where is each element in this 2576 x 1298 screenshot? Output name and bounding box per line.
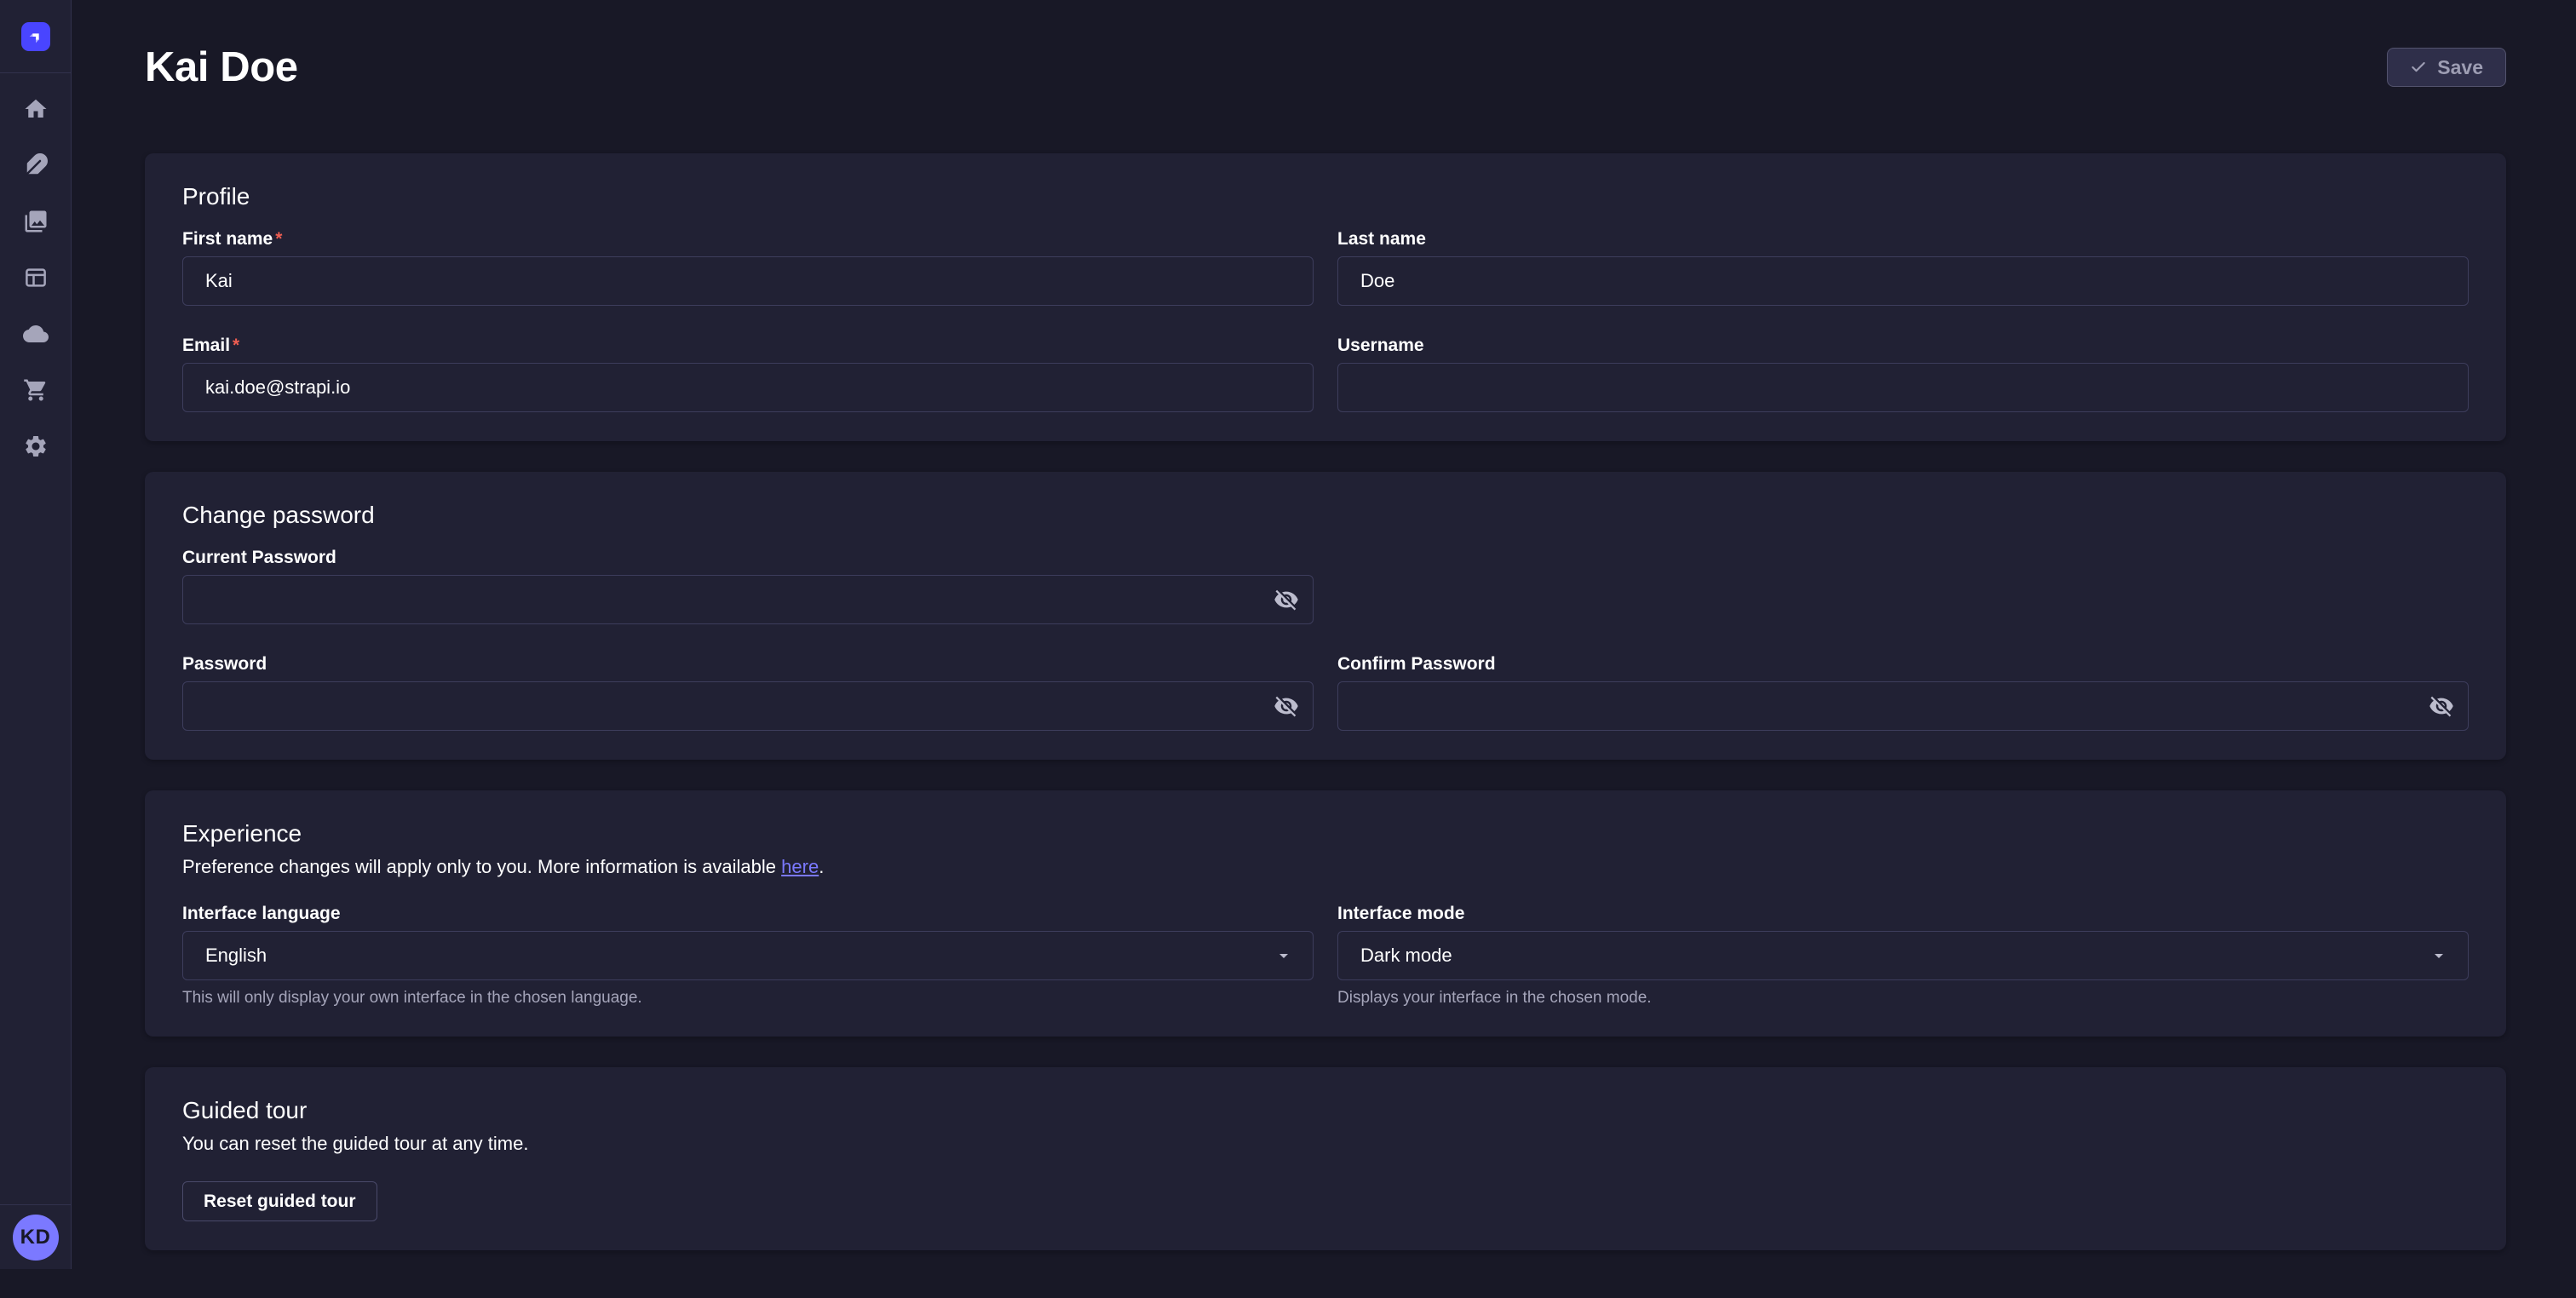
chevron-down-icon [2429,945,2449,966]
sidebar-nav [0,73,71,474]
sidebar-item-deploy[interactable] [12,310,60,358]
interface-language-hint: This will only display your own interfac… [182,989,1314,1008]
confirm-password-label: Confirm Password [1337,655,2469,674]
main-content: Kai Doe Save Profile First name* Last na… [72,0,2576,1298]
experience-card: Experience Preference changes will apply… [145,790,2506,1037]
current-password-label: Current Password [182,548,1314,567]
username-field-group: Username [1337,336,2469,412]
media-library-icon [23,209,49,234]
interface-language-value: English [205,945,267,967]
email-field-group: Email* [182,336,1314,412]
reset-guided-tour-button[interactable]: Reset guided tour [182,1181,377,1221]
save-button-label: Save [2437,56,2483,79]
sidebar-footer: KD [0,1204,71,1269]
grid-spacer [1337,548,2469,624]
password-input[interactable] [182,681,1314,731]
username-input[interactable] [1337,363,2469,412]
eye-slash-icon [1274,587,1299,612]
interface-language-select[interactable]: English [182,931,1314,980]
eye-slash-icon [2429,693,2454,719]
save-button[interactable]: Save [2387,48,2506,87]
guided-tour-description: You can reset the guided tour at any tim… [182,1132,2469,1156]
logo-section [0,0,71,73]
email-input[interactable] [182,363,1314,412]
sidebar-item-marketplace[interactable] [12,366,60,414]
sidebar-item-home[interactable] [12,85,60,133]
email-label: Email* [182,336,1314,355]
strapi-logo-icon[interactable] [21,22,50,51]
more-info-link[interactable]: here [781,856,819,877]
check-icon [2410,59,2427,76]
interface-language-field-group: Interface language English This will onl… [182,905,1314,1008]
layout-icon [23,265,49,290]
first-name-label: First name* [182,230,1314,249]
required-asterisk: * [233,336,239,355]
interface-mode-value: Dark mode [1360,945,1452,967]
avatar[interactable]: KD [13,1215,59,1261]
password-label: Password [182,655,1314,674]
interface-mode-label: Interface mode [1337,905,2469,923]
interface-mode-hint: Displays your interface in the chosen mo… [1337,989,2469,1008]
interface-mode-field-group: Interface mode Dark mode Displays your i… [1337,905,2469,1008]
password-field-group: Password [182,655,1314,731]
experience-description: Preference changes will apply only to yo… [182,855,2469,879]
last-name-input[interactable] [1337,256,2469,306]
page-title: Kai Doe [145,43,298,92]
first-name-input[interactable] [182,256,1314,306]
experience-section-title: Experience [182,819,2469,848]
change-password-section-title: Change password [182,501,2469,530]
last-name-field-group: Last name [1337,230,2469,306]
interface-mode-select[interactable]: Dark mode [1337,931,2469,980]
first-name-field-group: First name* [182,230,1314,306]
confirm-password-field-group: Confirm Password [1337,655,2469,731]
eye-slash-icon [1274,693,1299,719]
current-password-field-group: Current Password [182,548,1314,624]
sidebar-item-settings[interactable] [12,422,60,470]
guided-tour-card: Guided tour You can reset the guided tou… [145,1067,2506,1250]
sidebar-item-media-library[interactable] [12,198,60,245]
sidebar-item-content-manager[interactable] [12,141,60,189]
cloud-icon [23,321,49,347]
home-icon [23,96,49,122]
page-header: Kai Doe Save [145,0,2506,153]
current-password-input[interactable] [182,575,1314,624]
toggle-current-password-visibility-button[interactable] [1266,581,1307,618]
feather-icon [23,152,49,178]
cart-icon [23,377,49,403]
required-asterisk: * [275,229,282,249]
username-label: Username [1337,336,2469,355]
chevron-down-icon [1274,945,1294,966]
change-password-card: Change password Current Password [145,472,2506,760]
last-name-label: Last name [1337,230,2469,249]
sidebar: KD [0,0,72,1269]
toggle-confirm-password-visibility-button[interactable] [2421,687,2462,725]
profile-card: Profile First name* Last name Email* [145,153,2506,441]
guided-tour-section-title: Guided tour [182,1096,2469,1125]
confirm-password-input[interactable] [1337,681,2469,731]
profile-section-title: Profile [182,182,2469,211]
settings-icon [23,434,49,459]
sidebar-item-content-type-builder[interactable] [12,254,60,302]
interface-language-label: Interface language [182,905,1314,923]
toggle-password-visibility-button[interactable] [1266,687,1307,725]
